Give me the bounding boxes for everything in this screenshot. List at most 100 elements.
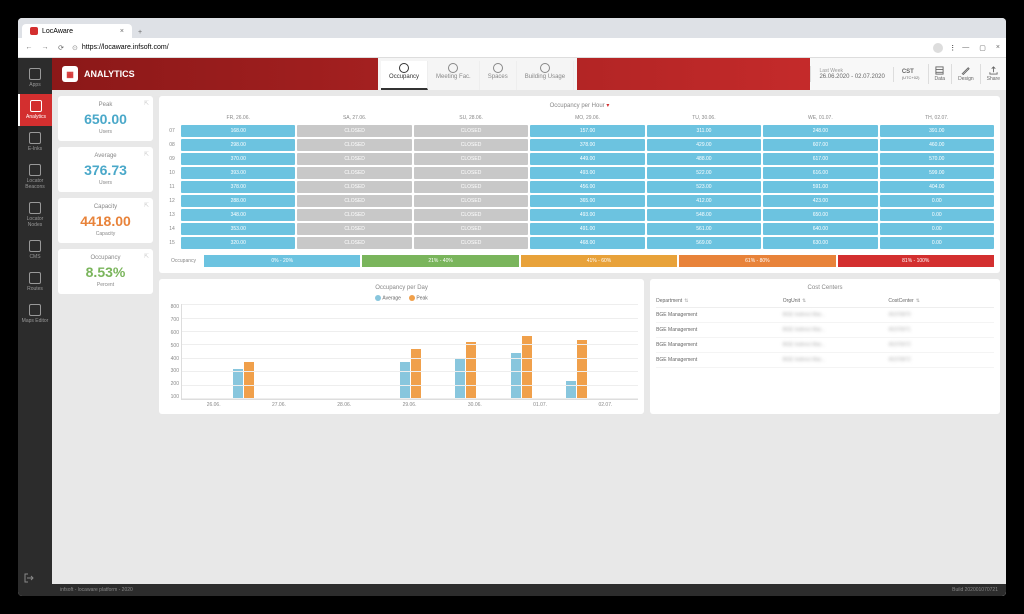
heatmap-cell[interactable]: 288.00 <box>181 195 295 207</box>
heatmap-cell[interactable]: 561.00 <box>647 223 761 235</box>
date-range-picker[interactable]: Last Week 26.06.2020 - 02.07.2020 <box>810 66 892 82</box>
nav-routes[interactable]: Routes <box>18 266 52 298</box>
heatmap-cell[interactable]: 488.00 <box>647 153 761 165</box>
nav-locator-beacons[interactable]: Locator Beacons <box>18 158 52 196</box>
heatmap-cell[interactable]: 493.00 <box>530 209 644 221</box>
nav-apps[interactable]: Apps <box>18 62 52 94</box>
heatmap-cell[interactable]: CLOSED <box>297 237 411 249</box>
col-orgunit[interactable]: OrgUnit ⇅ <box>783 298 889 304</box>
bar-average[interactable] <box>233 369 243 399</box>
url-field[interactable]: ⊙ https://locaware.infsoft.com/ <box>72 44 927 52</box>
heatmap-cell[interactable]: 311.00 <box>647 125 761 137</box>
forward-button[interactable]: → <box>40 44 50 51</box>
heatmap-cell[interactable]: 0.00 <box>880 209 994 221</box>
share-button[interactable]: Share <box>980 64 1006 84</box>
heatmap-cell[interactable]: 378.00 <box>181 181 295 193</box>
table-row[interactable]: BGE ManagementBGE Indirect Mar...4537087… <box>656 308 994 323</box>
heatmap-cell[interactable]: CLOSED <box>297 153 411 165</box>
back-button[interactable]: ← <box>24 44 34 51</box>
heatmap-cell[interactable]: 298.00 <box>181 139 295 151</box>
logout-icon[interactable] <box>24 570 34 588</box>
heatmap-cell[interactable]: 168.00 <box>181 125 295 137</box>
heatmap-cell[interactable]: 0.00 <box>880 237 994 249</box>
heatmap-cell[interactable]: CLOSED <box>297 139 411 151</box>
heatmap-cell[interactable]: 404.00 <box>880 181 994 193</box>
heatmap-cell[interactable]: CLOSED <box>297 181 411 193</box>
heatmap-cell[interactable]: 0.00 <box>880 195 994 207</box>
menu-icon[interactable]: ⋮ <box>949 44 956 52</box>
heatmap-cell[interactable]: CLOSED <box>414 209 528 221</box>
bar-peak[interactable] <box>466 342 476 399</box>
heatmap-cell[interactable]: 157.00 <box>530 125 644 137</box>
bar-peak[interactable] <box>522 336 532 399</box>
bar-peak[interactable] <box>244 362 254 399</box>
heatmap-cell[interactable]: 456.00 <box>530 181 644 193</box>
maximize-icon[interactable]: ▢ <box>979 44 986 52</box>
heatmap-cell[interactable]: 391.00 <box>880 125 994 137</box>
heatmap-cell[interactable]: 616.00 <box>763 167 877 179</box>
reload-button[interactable]: ⟳ <box>56 44 66 52</box>
heatmap-cell[interactable]: 591.00 <box>763 181 877 193</box>
heatmap-cell[interactable]: CLOSED <box>414 195 528 207</box>
heatmap-cell[interactable]: CLOSED <box>414 153 528 165</box>
heatmap-cell[interactable]: 320.00 <box>181 237 295 249</box>
bar-peak[interactable] <box>411 349 421 399</box>
heatmap-cell[interactable]: 423.00 <box>763 195 877 207</box>
nav-maps-editor[interactable]: Maps Editor <box>18 298 52 330</box>
data-button[interactable]: Data <box>928 64 952 84</box>
nav-analytics[interactable]: Analytics <box>18 94 52 126</box>
heatmap-cell[interactable]: 650.00 <box>763 209 877 221</box>
tab-meetingfac[interactable]: Meeting Fac. <box>428 61 480 90</box>
tab-spaces[interactable]: Spaces <box>480 61 517 90</box>
heatmap-cell[interactable]: CLOSED <box>414 125 528 137</box>
browser-tab[interactable]: LocAware × <box>22 24 132 38</box>
heatmap-cell[interactable]: 468.00 <box>530 237 644 249</box>
bar-average[interactable] <box>511 353 521 399</box>
heatmap-cell[interactable]: 348.00 <box>181 209 295 221</box>
minimize-icon[interactable]: — <box>962 44 969 52</box>
heatmap-cell[interactable]: CLOSED <box>414 223 528 235</box>
bar-peak[interactable] <box>577 340 587 399</box>
heatmap-cell[interactable]: 570.00 <box>880 153 994 165</box>
bar-average[interactable] <box>400 362 410 399</box>
new-tab-button[interactable]: + <box>132 27 148 38</box>
heatmap-cell[interactable]: 548.00 <box>647 209 761 221</box>
design-button[interactable]: Design <box>951 64 980 84</box>
heatmap-cell[interactable]: CLOSED <box>297 209 411 221</box>
heatmap-cell[interactable]: 393.00 <box>181 167 295 179</box>
heatmap-cell[interactable]: 365.00 <box>530 195 644 207</box>
heatmap-cell[interactable]: 0.00 <box>880 223 994 235</box>
profile-icon[interactable] <box>933 43 943 53</box>
heatmap-cell[interactable]: 630.00 <box>763 237 877 249</box>
heatmap-cell[interactable]: CLOSED <box>414 181 528 193</box>
heatmap-cell[interactable]: 617.00 <box>763 153 877 165</box>
heatmap-cell[interactable]: CLOSED <box>297 223 411 235</box>
expand-icon[interactable]: ⇱ <box>144 151 149 158</box>
heatmap-cell[interactable]: 491.00 <box>530 223 644 235</box>
heatmap-cell[interactable]: 378.00 <box>530 139 644 151</box>
heatmap-cell[interactable]: 523.00 <box>647 181 761 193</box>
expand-icon[interactable]: ⇱ <box>144 100 149 107</box>
expand-icon[interactable]: ⇱ <box>144 202 149 209</box>
table-row[interactable]: BGE ManagementBGE Indirect Mar...4537087… <box>656 353 994 368</box>
heatmap-cell[interactable]: CLOSED <box>297 195 411 207</box>
table-row[interactable]: BGE ManagementBGE Indirect Mar...4537097… <box>656 323 994 338</box>
heatmap-cell[interactable]: 569.00 <box>647 237 761 249</box>
timezone-selector[interactable]: CST (UTC+02) <box>893 67 928 82</box>
heatmap-cell[interactable]: CLOSED <box>297 167 411 179</box>
tab-buildingusage[interactable]: Building Usage <box>517 61 574 90</box>
heatmap-cell[interactable]: 248.00 <box>763 125 877 137</box>
heatmap-cell[interactable]: 370.00 <box>181 153 295 165</box>
window-close-icon[interactable]: × <box>996 44 1000 52</box>
heatmap-cell[interactable]: 522.00 <box>647 167 761 179</box>
col-costcenter[interactable]: CostCenter ⇅ <box>888 298 994 304</box>
nav-locator-nodes[interactable]: Locator Nodes <box>18 196 52 234</box>
heatmap-cell[interactable]: 493.00 <box>530 167 644 179</box>
heatmap-cell[interactable]: 429.00 <box>647 139 761 151</box>
bar-average[interactable] <box>455 358 465 399</box>
nav-e-inks[interactable]: E-Inks <box>18 126 52 158</box>
expand-icon[interactable]: ⇱ <box>144 253 149 260</box>
heatmap-cell[interactable]: 599.00 <box>880 167 994 179</box>
tab-occupancy[interactable]: Occupancy <box>381 61 428 90</box>
heatmap-cell[interactable]: 412.00 <box>647 195 761 207</box>
